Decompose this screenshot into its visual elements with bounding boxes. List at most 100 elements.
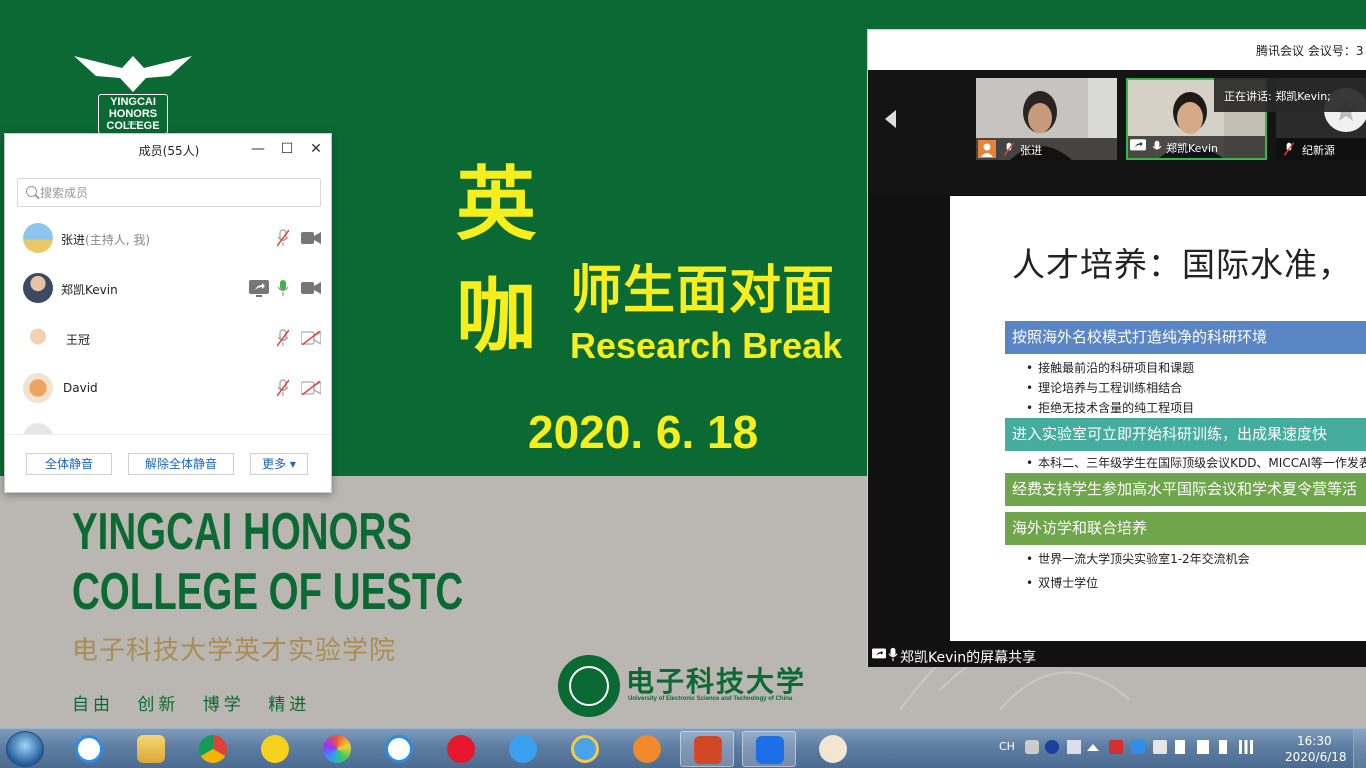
file-explorer-icon[interactable] [124, 731, 178, 767]
slide-bar-3: 经费支持学生参加高水平国际会议和学术夏令营等活 [1005, 473, 1366, 506]
share-footer: 郑凯Kevin的屏幕共享 [868, 643, 1366, 667]
member-role: (主持人, 我) [85, 233, 151, 247]
slide-bullet: 拒绝无技术含量的纯工程项目 [1026, 399, 1194, 416]
member-name: 郑凯Kevin [61, 281, 118, 298]
college-name-cn: 电子科技大学英才实验学院 [72, 636, 397, 666]
member-row-zhangjin[interactable]: 张进(主持人, 我) [5, 214, 331, 264]
weibo-icon[interactable] [434, 731, 488, 767]
logo-text: YINGCAI HONORS COLLEGE [98, 94, 168, 134]
meeting-content: 张进 郑凯Kevin 纪新源 正在讲话: 郑凯Kevin; 人才培养：国际水准，… [868, 70, 1366, 667]
avatar [23, 223, 53, 253]
more-button[interactable]: 更多 ▾ [250, 453, 308, 475]
avatar [23, 273, 53, 303]
keyboard-icon[interactable] [1025, 740, 1039, 754]
search-icon [26, 186, 37, 197]
member-search-box[interactable] [17, 178, 321, 207]
slide-title: 人才培养：国际水准， [1012, 245, 1352, 284]
member-row-david[interactable]: David [5, 364, 331, 414]
camera-icon[interactable] [301, 231, 321, 245]
slide-bullet: 双博士学位 [1026, 574, 1098, 591]
qq-browser-icon[interactable] [496, 731, 550, 767]
volume-icon[interactable] [1197, 740, 1209, 754]
baidu-netdisk-icon[interactable] [62, 731, 116, 767]
event-char-ka: 咖 [456, 270, 536, 363]
video-tile-zhangjin[interactable]: 张进 [976, 78, 1117, 160]
dropbox-icon[interactable] [1153, 740, 1167, 754]
mic-muted-icon[interactable] [277, 379, 289, 397]
network-icon[interactable] [1239, 740, 1253, 754]
tile-name: 纪新源 [1302, 144, 1335, 157]
music-player-icon[interactable] [248, 731, 302, 767]
tile-name: 张进 [1020, 144, 1042, 157]
taskbar: CH 16:30 2020/6/18 [0, 728, 1366, 768]
start-button[interactable] [6, 731, 44, 767]
security-icon[interactable] [1109, 740, 1123, 754]
sogou-input-icon[interactable] [372, 731, 426, 767]
battery-icon[interactable] [1219, 740, 1227, 754]
show-hidden-icons[interactable] [1087, 744, 1099, 751]
mic-muted-icon[interactable] [277, 229, 289, 247]
browser-icon[interactable] [620, 731, 674, 767]
mute-all-button[interactable]: 全体静音 [26, 453, 112, 475]
mic-icon [888, 647, 898, 662]
avatar [23, 323, 53, 353]
college-name-en-line2: COLLEGE OF UESTC [72, 563, 464, 621]
camera-icon[interactable] [301, 281, 321, 295]
internet-explorer-icon[interactable] [558, 731, 612, 767]
members-titlebar[interactable]: 成员(55人) — ☐ ✕ [5, 134, 331, 164]
event-subtitle: 师生面对面 [570, 261, 836, 321]
member-list: 张进(主持人, 我) 郑凯Kevin 王冠 David [5, 214, 331, 434]
close-button[interactable]: ✕ [307, 140, 325, 158]
tile-name: 郑凯Kevin [1166, 142, 1218, 155]
member-name: 王冠 [66, 331, 90, 348]
color-picker-icon[interactable] [310, 731, 364, 767]
action-center-icon[interactable] [1175, 740, 1185, 754]
ime-icon[interactable] [1067, 740, 1081, 754]
university-name-cn: 电子科技大学 [626, 665, 807, 698]
clock-date[interactable]: 2020/6/18 [1285, 750, 1347, 764]
tencent-meeting-icon[interactable] [742, 731, 796, 767]
share-footer-text: 郑凯Kevin的屏幕共享 [900, 650, 1037, 666]
member-name-text: 王冠 [66, 333, 91, 347]
maximize-button[interactable]: ☐ [278, 140, 296, 158]
clock-time[interactable]: 16:30 [1297, 734, 1332, 748]
prev-arrow-icon[interactable] [885, 110, 896, 128]
camera-off-icon[interactable] [301, 381, 321, 395]
eagle-icon [74, 56, 192, 92]
avatar [23, 373, 53, 403]
mic-active-icon[interactable] [277, 279, 289, 297]
college-name-en-line1: YINGCAI HONORS [72, 503, 412, 561]
member-row-wangguan[interactable]: 王冠 [5, 314, 331, 364]
camera-off-icon[interactable] [301, 331, 321, 345]
paint-icon[interactable] [806, 731, 860, 767]
uestc-seal-logo [558, 655, 620, 717]
slide-bar-4: 海外访学和联合培养 [1005, 512, 1366, 545]
meeting-titlebar[interactable]: 腾讯会议 会议号：3 [868, 30, 1366, 70]
member-name-text: 张进 [61, 233, 86, 247]
slide-bar-1: 按照海外名校模式打造纯净的科研环境 [1005, 321, 1366, 354]
screen-share-icon [249, 280, 269, 297]
powerpoint-icon[interactable] [680, 731, 734, 767]
member-row-partial[interactable] [5, 414, 331, 434]
university-name-en: University of Electronic Science and Tec… [628, 696, 793, 702]
event-char-ying: 英 [456, 158, 536, 251]
member-row-zhengkai[interactable]: 郑凯Kevin [5, 264, 331, 314]
slide-bullet: 理论培养与工程训练相结合 [1026, 379, 1182, 396]
shield-icon[interactable] [1131, 740, 1145, 754]
minimize-button[interactable]: — [249, 140, 267, 158]
system-tray: CH 16:30 2020/6/18 [995, 729, 1366, 768]
mic-muted-icon[interactable] [277, 329, 289, 347]
help-icon[interactable] [1045, 740, 1059, 754]
unmute-all-button[interactable]: 解除全体静音 [128, 453, 234, 475]
language-indicator[interactable]: CH [999, 740, 1015, 753]
meeting-title: 腾讯会议 会议号：3 [1256, 44, 1364, 58]
shared-screen-slide: 人才培养：国际水准， 按照海外名校模式打造纯净的科研环境 接触最前沿的科研项目和… [950, 196, 1366, 641]
show-desktop-button[interactable] [1353, 729, 1366, 768]
member-search-input[interactable] [40, 183, 310, 203]
member-name-text: 郑凯Kevin [61, 283, 118, 297]
chrome-icon[interactable] [186, 731, 240, 767]
yingcai-logo: YINGCAI HONORS COLLEGE 2007 [70, 50, 196, 134]
speaking-indicator: 正在讲话: 郑凯Kevin; [1214, 78, 1366, 112]
slide-bullet: 接触最前沿的科研项目和课题 [1026, 359, 1194, 376]
member-name: 张进(主持人, 我) [61, 231, 150, 248]
